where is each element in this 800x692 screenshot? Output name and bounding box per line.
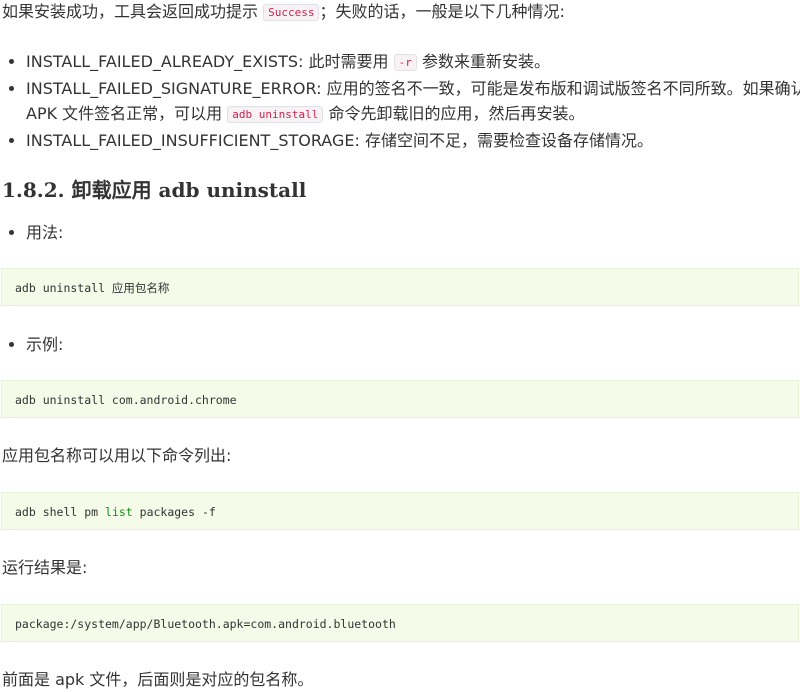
list-item: INSTALL_FAILED_INSUFFICIENT_STORAGE: 存储空… <box>26 128 800 153</box>
list-item-text: 命令先卸载旧的应用，然后再安装。 <box>328 104 585 123</box>
list-item: INSTALL_FAILED_ALREADY_EXISTS: 此时需要用 -r … <box>26 49 800 76</box>
example-code-block[interactable]: adb uninstall com.android.chrome <box>1 380 799 418</box>
example-list: 示例: <box>0 332 63 357</box>
result-code-block[interactable]: package:/system/app/Bluetooth.apk=com.an… <box>1 604 799 642</box>
list-packages-paragraph: 应用包名称可以用以下命令列出: <box>2 446 232 465</box>
error-list: INSTALL_FAILED_ALREADY_EXISTS: 此时需要用 -r … <box>0 49 800 153</box>
list-item: INSTALL_FAILED_SIGNATURE_ERROR: 应用的签名不一致… <box>26 76 800 128</box>
list-item-text: INSTALL_FAILED_INSUFFICIENT_STORAGE: 存储空… <box>26 131 653 150</box>
section-heading: 1.8.2. 卸载应用 adb uninstall <box>2 178 307 202</box>
list-item-text: 参数来重新安装。 <box>421 52 550 71</box>
flag-code: -r <box>393 54 417 71</box>
code-keyword: list <box>105 505 133 519</box>
usage-code: adb uninstall 应用包名称 <box>15 281 170 295</box>
example-label: 示例: <box>26 332 63 357</box>
usage-label: 用法: <box>26 220 63 245</box>
list-packages-code-block[interactable]: adb shell pm list packages -f <box>1 492 799 530</box>
intro-text-before: 如果安装成功，工具会返回成功提示 <box>2 2 259 21</box>
list-item-text: INSTALL_FAILED_ALREADY_EXISTS: 此时需要用 <box>26 52 389 71</box>
usage-list: 用法: <box>0 220 63 245</box>
result-paragraph: 运行结果是: <box>2 558 88 577</box>
intro-text-after: ；失败的话，一般是以下几种情况: <box>319 2 565 21</box>
command-code: adb uninstall <box>227 106 324 123</box>
success-code: Success <box>263 4 320 21</box>
code-part: packages -f <box>132 505 216 519</box>
example-code: adb uninstall com.android.chrome <box>15 393 237 407</box>
usage-code-block[interactable]: adb uninstall 应用包名称 <box>1 268 799 306</box>
code-part: adb shell pm <box>15 505 106 519</box>
result-code: package:/system/app/Bluetooth.apk=com.an… <box>15 617 396 631</box>
intro-paragraph: 如果安装成功，工具会返回成功提示 Success ；失败的话，一般是以下几种情况: <box>2 0 565 26</box>
footer-paragraph: 前面是 apk 文件，后面则是对应的包名称。 <box>2 670 314 689</box>
document-page: 如果安装成功，工具会返回成功提示 Success ；失败的话，一般是以下几种情况:… <box>0 0 800 692</box>
